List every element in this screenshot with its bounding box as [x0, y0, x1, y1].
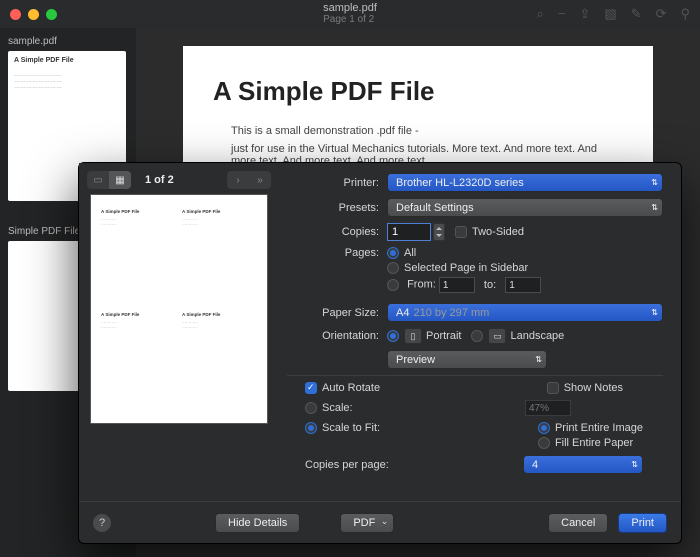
copies-input[interactable]	[387, 223, 431, 241]
from-input[interactable]	[439, 277, 475, 293]
copies-stepper[interactable]	[433, 223, 445, 241]
show-notes-label: Show Notes	[564, 382, 623, 394]
preview-mode-segment[interactable]: ▭ ▦	[87, 171, 131, 189]
dialog-footer: ? Hide Details PDF Cancel Print	[79, 501, 681, 543]
share-icon[interactable]: ⇪	[579, 6, 590, 22]
to-input[interactable]	[505, 277, 541, 293]
printer-popup[interactable]: Brother HL-L2320D series⇅	[387, 173, 663, 192]
scale-to-fit-radio[interactable]	[305, 422, 317, 434]
copies-per-page-popup[interactable]: 4⇅	[523, 455, 643, 474]
preview-sheet: A Simple PDF File…………………… A Simple PDF F…	[91, 195, 267, 423]
chevron-updown-icon: ⇅	[631, 460, 638, 469]
copies-label: Copies:	[287, 226, 387, 238]
doc-title: sample.pdf	[323, 2, 377, 14]
pdf-menu-button[interactable]: PDF	[340, 513, 394, 533]
chevron-updown-icon: ⇅	[651, 308, 658, 317]
landscape-icon: ▭	[488, 328, 506, 344]
scale-radio[interactable]	[305, 402, 317, 414]
scale-input[interactable]	[525, 400, 571, 416]
print-entire-radio[interactable]	[538, 422, 550, 434]
page-indicator: 1 of 2	[145, 174, 174, 186]
auto-rotate-checkbox[interactable]	[305, 382, 317, 394]
orientation-label: Orientation:	[287, 330, 387, 342]
from-label: From:	[407, 279, 436, 291]
cancel-button[interactable]: Cancel	[548, 513, 608, 533]
grid-page-icon[interactable]: ▦	[109, 171, 131, 189]
minimize-icon[interactable]	[28, 9, 39, 20]
mini-4: A Simple PDF File……………………	[182, 312, 257, 409]
highlight-icon[interactable]: ▧	[604, 6, 616, 22]
page-p1: This is a small demonstration .pdf file …	[231, 125, 623, 137]
chevron-updown-icon: ⇅	[651, 203, 658, 212]
paper-size-popup[interactable]: A4210 by 297 mm⇅	[387, 303, 663, 322]
presets-label: Presets:	[287, 202, 387, 214]
zoom-out-icon[interactable]: −	[558, 6, 566, 22]
mini-2: A Simple PDF File……………………	[182, 209, 257, 306]
fill-entire-radio[interactable]	[538, 437, 550, 449]
thumb1-title: A Simple PDF File	[14, 57, 120, 64]
section-popup[interactable]: Preview⇅	[387, 350, 547, 369]
pages-from-radio[interactable]	[387, 279, 399, 291]
last-page-icon[interactable]: »	[249, 171, 271, 189]
page-heading: A Simple PDF File	[213, 76, 623, 107]
printer-label: Printer:	[287, 177, 387, 189]
portrait-radio[interactable]	[387, 330, 399, 342]
single-page-icon[interactable]: ▭	[87, 171, 109, 189]
to-label: to:	[484, 279, 496, 291]
pages-selected-label: Selected Page in Sidebar	[404, 262, 528, 274]
pages-label: Pages:	[287, 247, 387, 259]
close-icon[interactable]	[10, 9, 21, 20]
search-icon[interactable]: ⌕	[537, 6, 544, 22]
mini-3: A Simple PDF File……………………	[101, 312, 176, 409]
auto-rotate-label: Auto Rotate	[322, 382, 380, 394]
doc-subtitle: Page 1 of 2	[323, 14, 377, 26]
two-sided-checkbox[interactable]	[455, 226, 467, 238]
pages-all-radio[interactable]	[387, 247, 399, 259]
next-page-icon[interactable]: ›	[227, 171, 249, 189]
page-nav-segment[interactable]: › »	[227, 171, 271, 189]
divider	[287, 375, 663, 376]
title-bar: sample.pdf Page 1 of 2 ⌕ − ⇪ ▧ ✎ ⟳ ⚲	[0, 0, 700, 28]
fullscreen-icon[interactable]	[46, 9, 57, 20]
landscape-radio[interactable]	[471, 330, 483, 342]
form-column: Printer: Brother HL-L2320D series⇅ Prese…	[279, 163, 681, 501]
search2-icon[interactable]: ⚲	[680, 6, 690, 22]
copies-per-page-label: Copies per page:	[305, 459, 389, 471]
scale-to-fit-label: Scale to Fit:	[322, 422, 380, 434]
markup-icon[interactable]: ✎	[631, 6, 642, 22]
portrait-icon: ▯	[404, 328, 422, 344]
scale-label: Scale:	[322, 402, 353, 414]
sidebar-doc-label: sample.pdf	[8, 36, 128, 47]
fill-entire-label: Fill Entire Paper	[555, 437, 633, 449]
chevron-updown-icon: ⇅	[651, 178, 658, 187]
pages-all-label: All	[404, 247, 416, 259]
window-title: sample.pdf Page 1 of 2	[323, 2, 377, 26]
two-sided-label: Two-Sided	[472, 226, 524, 238]
chevron-updown-icon: ⇅	[535, 355, 542, 364]
rotate-icon[interactable]: ⟳	[656, 6, 667, 22]
traffic-lights	[10, 9, 57, 20]
preview-column: ▭ ▦ 1 of 2 › » A Simple PDF File………………………	[79, 163, 279, 501]
print-button[interactable]: Print	[618, 513, 667, 533]
toolbar-icons: ⌕ − ⇪ ▧ ✎ ⟳ ⚲	[537, 6, 690, 22]
print-dialog: ▭ ▦ 1 of 2 › » A Simple PDF File………………………	[78, 162, 682, 544]
hide-details-button[interactable]: Hide Details	[215, 513, 300, 533]
landscape-label: Landscape	[510, 330, 564, 342]
help-icon[interactable]: ?	[93, 514, 111, 532]
print-entire-label: Print Entire Image	[555, 422, 643, 434]
presets-popup[interactable]: Default Settings⇅	[387, 198, 663, 217]
mini-1: A Simple PDF File……………………	[101, 209, 176, 306]
paper-size-label: Paper Size:	[287, 307, 387, 319]
show-notes-checkbox[interactable]	[547, 382, 559, 394]
portrait-label: Portrait	[426, 330, 461, 342]
pages-selected-radio[interactable]	[387, 262, 399, 274]
